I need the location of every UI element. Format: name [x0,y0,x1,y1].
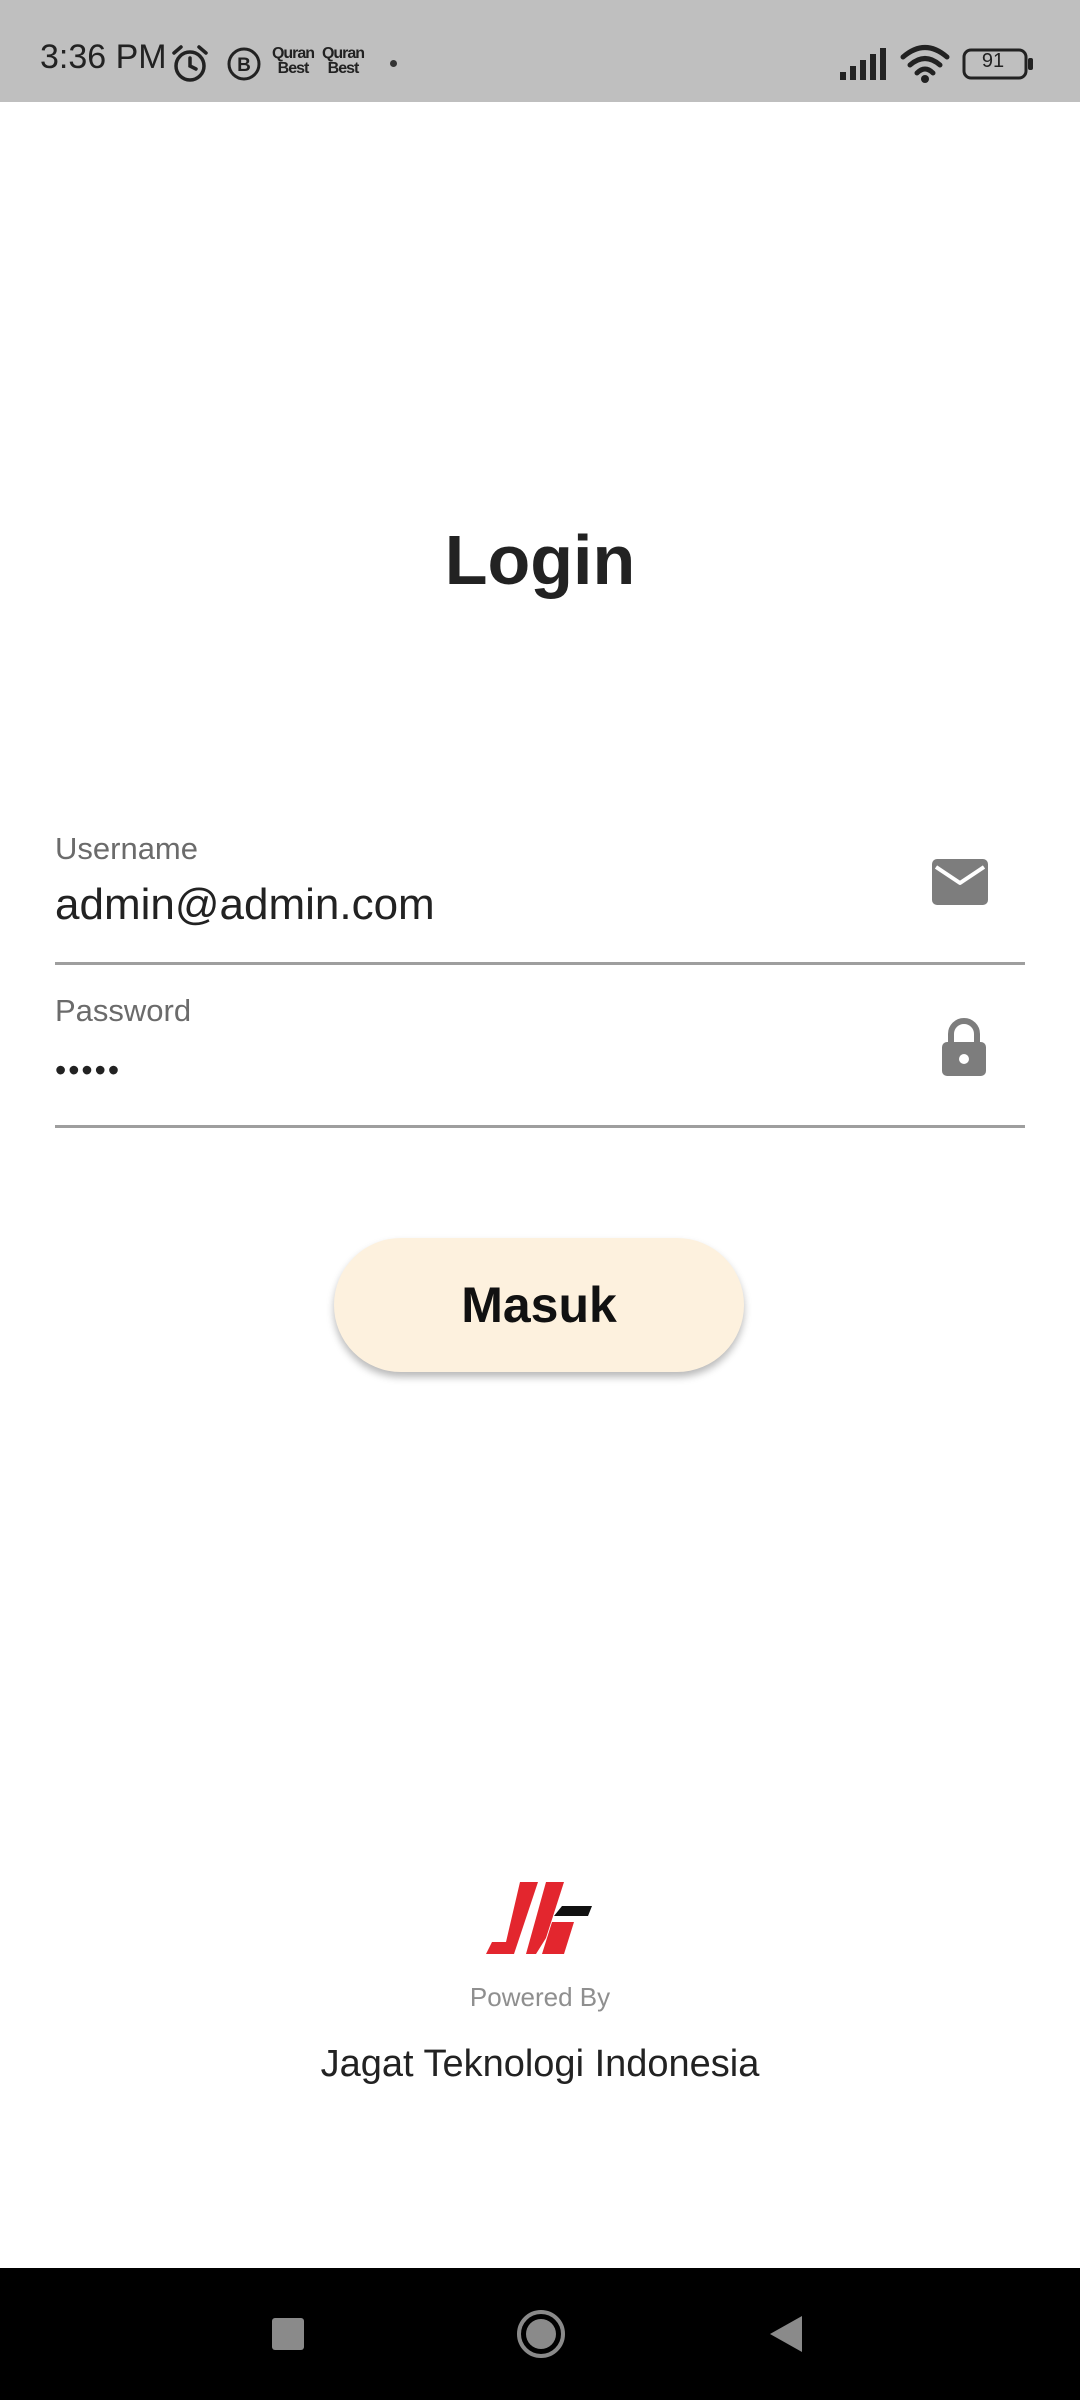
jagat-teknologi-logo [486,1882,592,1954]
password-field[interactable]: Password ••••• [55,992,1025,1128]
quran-label-top: Quran [321,45,365,62]
dot-icon [390,60,397,67]
username-label: Username [55,831,198,866]
alarm-icon [172,45,208,82]
login-screen: 3:36 PM B Quran Best Quran Best 91 Login… [0,0,1080,2400]
quran-label-top: Quran [271,45,315,62]
battery-level: 91 [981,50,1005,72]
svg-text:B: B [237,55,251,76]
home-button[interactable] [515,2308,567,2360]
mail-icon [932,859,988,905]
page-title: Login [444,521,636,599]
quran-label-bottom: Best [277,60,310,77]
company-name: Jagat Teknologi Indonesia [320,2043,760,2085]
password-label: Password [55,993,192,1028]
quran-label-bottom: Best [327,60,360,77]
status-bar: 3:36 PM B Quran Best Quran Best 91 [0,0,1080,102]
username-field[interactable]: Username [55,830,1025,965]
username-input[interactable] [55,880,875,930]
login-button[interactable]: Masuk [334,1238,744,1372]
status-time: 3:36 PM [40,38,167,76]
b-icon: B [227,47,261,81]
navigation-bar [0,2268,1080,2400]
wifi-icon [900,45,950,83]
recents-button[interactable] [270,2316,306,2352]
back-button[interactable] [768,2314,804,2354]
lock-icon [942,1018,986,1076]
signal-icon [840,48,886,80]
password-input[interactable]: ••••• [55,1054,121,1086]
quran-best-icon: Quran Best [268,45,318,77]
powered-by-label: Powered By [469,1982,611,2012]
quran-best-icon: Quran Best [318,45,368,77]
